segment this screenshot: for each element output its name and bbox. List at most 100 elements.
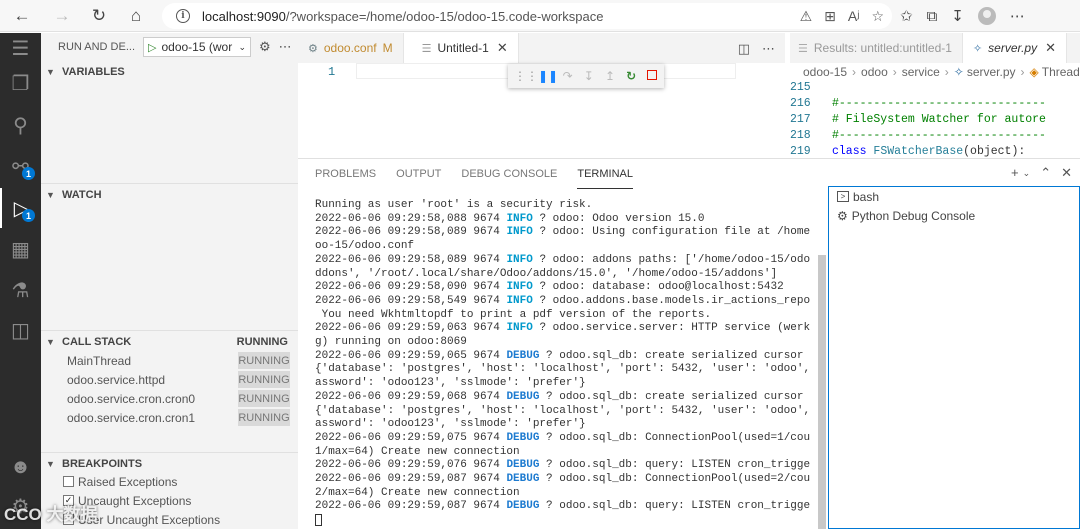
close-icon[interactable]: ✕ <box>497 40 508 56</box>
more-actions-icon[interactable]: ⋯ <box>279 39 292 55</box>
favorites-icon[interactable]: ✩ <box>900 7 913 25</box>
terminal-entry-python-debug[interactable]: ⚙ Python Debug Console <box>829 206 1079 225</box>
symbol-icon: ◈ <box>1029 65 1039 79</box>
variables-section-header[interactable]: ▼ VARIABLES <box>41 61 298 83</box>
tab-label: Results: untitled:untitled-1 <box>813 41 952 55</box>
maximize-panel-icon[interactable]: ⌃ <box>1040 165 1051 181</box>
terminal-entry-bash[interactable]: > bash <box>829 187 1079 206</box>
terminal-line: ddons', '/root/.local/share/Odoo/addons/… <box>315 267 778 280</box>
thread-state: RUNNING <box>238 409 290 426</box>
breadcrumb-item[interactable]: odoo-15 <box>803 65 847 79</box>
back-icon[interactable]: ← <box>7 1 37 31</box>
chevron-down-icon: ▼ <box>46 336 55 347</box>
tab-server-py[interactable]: ✧ server.py ✕ <box>962 33 1067 63</box>
chevron-down-icon: ⌄ <box>238 41 247 52</box>
profile-avatar[interactable] <box>977 7 996 25</box>
code-keyword: class <box>832 145 867 158</box>
extensions-icon[interactable]: ▦ <box>0 229 41 269</box>
chevron-down-icon: ▼ <box>46 189 55 200</box>
menu-icon[interactable]: ☰ <box>0 28 41 68</box>
forward-icon[interactable]: → <box>47 1 77 31</box>
run-debug-icon[interactable]: ▷ 1 <box>0 188 41 228</box>
step-out-icon[interactable]: ↥ <box>604 69 615 83</box>
tab-odoo-conf[interactable]: ⚙ odoo.conf M <box>298 33 404 63</box>
favorite-star-icon[interactable]: ☆ <box>871 8 884 25</box>
step-over-icon[interactable]: ↷ <box>562 69 573 83</box>
tab-results[interactable]: ☰ Results: untitled:untitled-1 <box>790 33 963 63</box>
thread-row[interactable]: odoo.service.httpd RUNNING <box>67 370 290 389</box>
launch-config-select[interactable]: ▷ odoo-15 (wor ⌄ <box>143 37 252 57</box>
run-debug-title: RUN AND DE... <box>58 41 136 53</box>
terminal-scrollbar[interactable] <box>818 255 826 529</box>
database-icon[interactable]: ◫ <box>0 310 41 350</box>
thread-row[interactable]: MainThread RUNNING <box>67 351 290 370</box>
restart-icon[interactable]: ↻ <box>626 69 637 83</box>
reload-icon[interactable]: ↻ <box>84 1 114 31</box>
terminal-name: bash <box>853 189 880 204</box>
tab-problems[interactable]: PROBLEMS <box>315 159 376 189</box>
search-icon[interactable]: ⚲ <box>0 105 41 145</box>
tab-terminal[interactable]: TERMINAL <box>577 159 633 189</box>
download-icon[interactable]: ↧ <box>951 7 964 25</box>
explorer-icon[interactable]: ❐ <box>0 63 41 103</box>
app-available-icon[interactable]: ⊞ <box>824 8 836 25</box>
split-editor-icon[interactable]: ◫ <box>738 41 750 57</box>
testing-icon[interactable]: ⚗ <box>0 270 41 310</box>
pause-icon[interactable]: ❚❚ <box>538 69 558 83</box>
panel-tabs: PROBLEMS OUTPUT DEBUG CONSOLE TERMINAL <box>298 159 1080 189</box>
accounts-icon[interactable]: ☻ <box>0 447 41 487</box>
site-info-icon[interactable]: i <box>176 9 190 23</box>
terminal-cursor <box>315 514 810 529</box>
breadcrumb-item[interactable]: server.py <box>967 65 1016 79</box>
callstack-section-header[interactable]: ▼ CALL STACK RUNNING <box>41 330 298 352</box>
terminal-line: {'database': 'postgres', 'host': 'localh… <box>315 404 810 417</box>
chevron-down-icon[interactable]: ⌄ <box>1023 168 1031 181</box>
thread-state: RUNNING <box>238 371 290 388</box>
drag-handle-icon[interactable]: ⋮⋮ <box>514 69 538 83</box>
terminal-line: oo-15/odoo.conf <box>315 240 415 253</box>
more-actions-icon[interactable]: ⋯ <box>762 41 775 57</box>
log-level: DEBUG <box>506 390 540 403</box>
url-host: localhost:9090 <box>202 8 286 24</box>
checkbox[interactable] <box>63 476 74 487</box>
terminal-line: 1/max=64) Create new connection <box>315 445 520 458</box>
thread-state: RUNNING <box>238 390 290 407</box>
read-aloud-icon[interactable]: Aʲ <box>848 8 860 24</box>
editor-server-py[interactable]: 215 216 #------------------------------ … <box>790 81 1080 158</box>
address-bar[interactable]: i localhost:9090/?workspace=/home/odoo-1… <box>162 3 892 29</box>
stop-icon[interactable] <box>647 69 658 83</box>
terminal-name: Python Debug Console <box>851 208 976 223</box>
start-debug-icon[interactable]: ▷ <box>148 41 156 54</box>
thread-name: odoo.service.httpd <box>67 372 166 387</box>
step-into-icon[interactable]: ↧ <box>583 69 594 83</box>
thread-row[interactable]: odoo.service.cron.cron0 RUNNING <box>67 389 290 408</box>
thread-state: RUNNING <box>238 352 290 369</box>
breakpoint-raised-exceptions[interactable]: Raised Exceptions <box>63 472 177 491</box>
terminal-output[interactable]: Running as user 'root' is a security ris… <box>315 199 810 529</box>
launch-config-value: odoo-15 (wor <box>161 40 233 54</box>
terminal-line: 2022-06-06 09:29:59,063 9674 INFO ? odoo… <box>315 322 810 335</box>
collections-icon[interactable]: ⧉ <box>927 8 938 25</box>
gear-icon[interactable]: ⚙ <box>259 39 271 55</box>
watch-title: WATCH <box>62 188 102 201</box>
log-level: DEBUG <box>506 500 540 513</box>
watch-section-header[interactable]: ▼ WATCH <box>41 183 298 205</box>
close-icon[interactable]: ✕ <box>1061 165 1072 181</box>
home-icon[interactable]: ⌂ <box>121 1 151 31</box>
breadcrumb-item[interactable]: Threade <box>1042 65 1080 79</box>
run-debug-header: RUN AND DE... ▷ odoo-15 (wor ⌄ ⚙ ⋯ <box>41 33 298 61</box>
log-level: INFO <box>506 281 533 294</box>
tab-debug-console[interactable]: DEBUG CONSOLE <box>461 159 557 189</box>
more-menu-icon[interactable]: ⋯ <box>1010 7 1025 25</box>
breadcrumb-item[interactable]: odoo <box>861 65 888 79</box>
thread-row[interactable]: odoo.service.cron.cron1 RUNNING <box>67 408 290 427</box>
tracking-prevention-icon[interactable]: ⚠ <box>800 8 813 25</box>
breadcrumb-item[interactable]: service <box>902 65 940 79</box>
new-terminal-icon[interactable]: + <box>1011 165 1019 181</box>
tab-untitled-1[interactable]: ☰ Untitled-1 ✕ <box>403 33 519 63</box>
tab-output[interactable]: OUTPUT <box>396 159 441 189</box>
close-icon[interactable]: ✕ <box>1045 40 1056 56</box>
breakpoints-section-header[interactable]: ▼ BREAKPOINTS <box>41 452 298 474</box>
terminal-line: 2022-06-06 09:29:58,089 9674 INFO ? odoo… <box>315 253 810 266</box>
source-control-icon[interactable]: ⚯ 1 <box>0 146 41 186</box>
